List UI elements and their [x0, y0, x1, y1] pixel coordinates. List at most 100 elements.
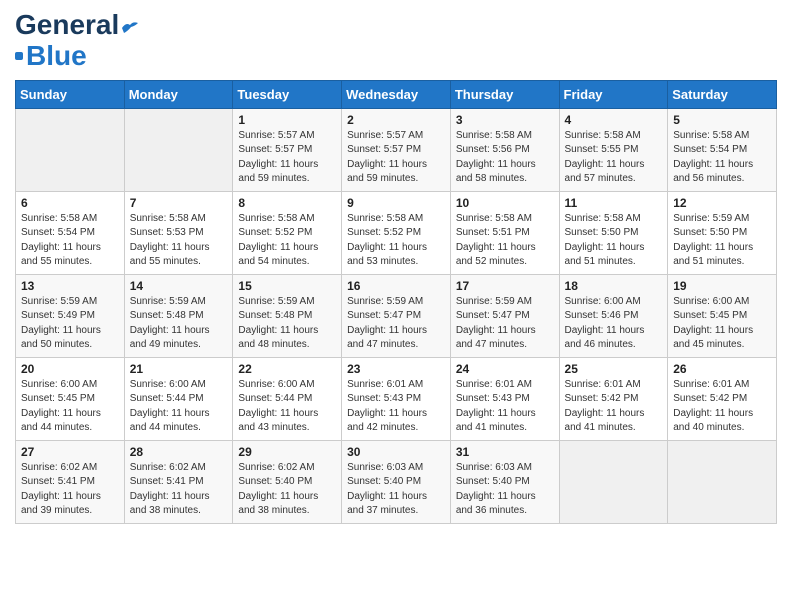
cell-info: Sunrise: 5:59 AMSunset: 5:48 PMDaylight:…: [130, 295, 228, 353]
calendar-cell: 4Sunrise: 5:58 AMSunset: 5:55 PMDaylight…: [559, 108, 668, 191]
logo-text: General: [15, 10, 139, 41]
logo: General Blue: [15, 10, 139, 72]
cell-info: Sunrise: 5:58 AMSunset: 5:52 PMDaylight:…: [238, 212, 336, 270]
calendar-cell: 9Sunrise: 5:58 AMSunset: 5:52 PMDaylight…: [342, 191, 451, 274]
calendar-cell: 7 Sunrise: 5:58 AMSunset: 5:53 PMDaylight…: [124, 191, 233, 274]
cell-info: Sunrise: 5:59 AMSunset: 5:49 PMDaylight:…: [21, 295, 119, 353]
calendar-week-row: 13 Sunrise: 5:59 AMSunset: 5:49 PMDayligh…: [16, 274, 777, 357]
cell-day-number: 26: [673, 362, 771, 376]
header: General Blue: [15, 10, 777, 72]
cell-day-number: 28: [130, 445, 228, 459]
calendar-cell: 5Sunrise: 5:58 AMSunset: 5:54 PMDaylight…: [668, 108, 777, 191]
logo-general-text: General: [15, 9, 119, 40]
calendar-cell: [559, 440, 668, 523]
cell-day-number: 22: [238, 362, 336, 376]
calendar-cell: 29 Sunrise: 6:02 AMSunset: 5:40 PMDayligh…: [233, 440, 342, 523]
calendar-cell: 13 Sunrise: 5:59 AMSunset: 5:49 PMDayligh…: [16, 274, 125, 357]
calendar-cell: 6 Sunrise: 5:58 AMSunset: 5:54 PMDaylight…: [16, 191, 125, 274]
cell-info: Sunrise: 5:58 AMSunset: 5:56 PMDaylight:…: [456, 129, 554, 187]
calendar-cell: 22 Sunrise: 6:00 AMSunset: 5:44 PMDayligh…: [233, 357, 342, 440]
cell-info: Sunrise: 6:03 AMSunset: 5:40 PMDaylight:…: [456, 461, 554, 519]
weekday-header-wednesday: Wednesday: [342, 80, 451, 108]
cell-info: Sunrise: 5:58 AMSunset: 5:50 PMDaylight:…: [565, 212, 663, 270]
calendar-body: 1 Sunrise: 5:57 AMSunset: 5:57 PMDaylight…: [16, 108, 777, 523]
cell-info: Sunrise: 6:00 AMSunset: 5:45 PMDaylight:…: [673, 295, 771, 353]
logo-bird-icon: [121, 20, 139, 34]
cell-day-number: 30: [347, 445, 445, 459]
calendar-table: SundayMondayTuesdayWednesdayThursdayFrid…: [15, 80, 777, 524]
cell-info: Sunrise: 6:01 AMSunset: 5:42 PMDaylight:…: [565, 378, 663, 436]
cell-day-number: 19: [673, 279, 771, 293]
cell-info: Sunrise: 5:59 AMSunset: 5:48 PMDaylight:…: [238, 295, 336, 353]
calendar-cell: 24 Sunrise: 6:01 AMSunset: 5:43 PMDayligh…: [450, 357, 559, 440]
cell-day-number: 9: [347, 196, 445, 210]
calendar-cell: 23Sunrise: 6:01 AMSunset: 5:43 PMDayligh…: [342, 357, 451, 440]
cell-day-number: 11: [565, 196, 663, 210]
logo-blue-text: Blue: [26, 41, 87, 72]
cell-info: Sunrise: 5:57 AMSunset: 5:57 PMDaylight:…: [347, 129, 445, 187]
cell-info: Sunrise: 6:00 AMSunset: 5:44 PMDaylight:…: [130, 378, 228, 436]
cell-info: Sunrise: 6:01 AMSunset: 5:43 PMDaylight:…: [456, 378, 554, 436]
cell-day-number: 7: [130, 196, 228, 210]
cell-info: Sunrise: 6:03 AMSunset: 5:40 PMDaylight:…: [347, 461, 445, 519]
cell-day-number: 18: [565, 279, 663, 293]
calendar-week-row: 6 Sunrise: 5:58 AMSunset: 5:54 PMDaylight…: [16, 191, 777, 274]
cell-day-number: 3: [456, 113, 554, 127]
cell-day-number: 6: [21, 196, 119, 210]
cell-day-number: 20: [21, 362, 119, 376]
calendar-cell: 26 Sunrise: 6:01 AMSunset: 5:42 PMDayligh…: [668, 357, 777, 440]
calendar-cell: 28Sunrise: 6:02 AMSunset: 5:41 PMDayligh…: [124, 440, 233, 523]
cell-day-number: 16: [347, 279, 445, 293]
weekday-header-monday: Monday: [124, 80, 233, 108]
cell-day-number: 31: [456, 445, 554, 459]
cell-day-number: 10: [456, 196, 554, 210]
weekday-header-friday: Friday: [559, 80, 668, 108]
cell-info: Sunrise: 5:58 AMSunset: 5:51 PMDaylight:…: [456, 212, 554, 270]
calendar-header: SundayMondayTuesdayWednesdayThursdayFrid…: [16, 80, 777, 108]
calendar-cell: 16Sunrise: 5:59 AMSunset: 5:47 PMDayligh…: [342, 274, 451, 357]
logo-dot: [15, 52, 23, 60]
calendar-week-row: 1 Sunrise: 5:57 AMSunset: 5:57 PMDaylight…: [16, 108, 777, 191]
cell-day-number: 21: [130, 362, 228, 376]
cell-day-number: 15: [238, 279, 336, 293]
cell-info: Sunrise: 5:59 AMSunset: 5:50 PMDaylight:…: [673, 212, 771, 270]
calendar-cell: 10 Sunrise: 5:58 AMSunset: 5:51 PMDayligh…: [450, 191, 559, 274]
cell-day-number: 29: [238, 445, 336, 459]
calendar-week-row: 27Sunrise: 6:02 AMSunset: 5:41 PMDayligh…: [16, 440, 777, 523]
calendar-cell: 3 Sunrise: 5:58 AMSunset: 5:56 PMDaylight…: [450, 108, 559, 191]
cell-info: Sunrise: 5:58 AMSunset: 5:53 PMDaylight:…: [130, 212, 228, 270]
calendar-cell: 11 Sunrise: 5:58 AMSunset: 5:50 PMDayligh…: [559, 191, 668, 274]
weekday-header-row: SundayMondayTuesdayWednesdayThursdayFrid…: [16, 80, 777, 108]
calendar-cell: [16, 108, 125, 191]
calendar-cell: 30 Sunrise: 6:03 AMSunset: 5:40 PMDayligh…: [342, 440, 451, 523]
cell-day-number: 12: [673, 196, 771, 210]
cell-day-number: 17: [456, 279, 554, 293]
cell-info: Sunrise: 6:02 AMSunset: 5:40 PMDaylight:…: [238, 461, 336, 519]
calendar-cell: 2Sunrise: 5:57 AMSunset: 5:57 PMDaylight…: [342, 108, 451, 191]
calendar-cell: 25 Sunrise: 6:01 AMSunset: 5:42 PMDayligh…: [559, 357, 668, 440]
weekday-header-thursday: Thursday: [450, 80, 559, 108]
cell-day-number: 13: [21, 279, 119, 293]
cell-day-number: 23: [347, 362, 445, 376]
cell-day-number: 25: [565, 362, 663, 376]
calendar-cell: 8 Sunrise: 5:58 AMSunset: 5:52 PMDaylight…: [233, 191, 342, 274]
cell-info: Sunrise: 6:00 AMSunset: 5:45 PMDaylight:…: [21, 378, 119, 436]
calendar-cell: 31 Sunrise: 6:03 AMSunset: 5:40 PMDayligh…: [450, 440, 559, 523]
calendar-cell: 17Sunrise: 5:59 AMSunset: 5:47 PMDayligh…: [450, 274, 559, 357]
calendar-cell: [668, 440, 777, 523]
cell-info: Sunrise: 5:58 AMSunset: 5:55 PMDaylight:…: [565, 129, 663, 187]
cell-day-number: 24: [456, 362, 554, 376]
calendar-cell: 19 Sunrise: 6:00 AMSunset: 5:45 PMDayligh…: [668, 274, 777, 357]
cell-info: Sunrise: 5:58 AMSunset: 5:54 PMDaylight:…: [21, 212, 119, 270]
page: General Blue SundayMondayTuesdayWednesda…: [0, 0, 792, 612]
cell-info: Sunrise: 5:58 AMSunset: 5:54 PMDaylight:…: [673, 129, 771, 187]
calendar-cell: [124, 108, 233, 191]
cell-day-number: 8: [238, 196, 336, 210]
calendar-cell: 14Sunrise: 5:59 AMSunset: 5:48 PMDayligh…: [124, 274, 233, 357]
cell-day-number: 27: [21, 445, 119, 459]
cell-info: Sunrise: 6:01 AMSunset: 5:42 PMDaylight:…: [673, 378, 771, 436]
cell-info: Sunrise: 6:00 AMSunset: 5:44 PMDaylight:…: [238, 378, 336, 436]
calendar-cell: 18Sunrise: 6:00 AMSunset: 5:46 PMDayligh…: [559, 274, 668, 357]
cell-day-number: 1: [238, 113, 336, 127]
weekday-header-sunday: Sunday: [16, 80, 125, 108]
